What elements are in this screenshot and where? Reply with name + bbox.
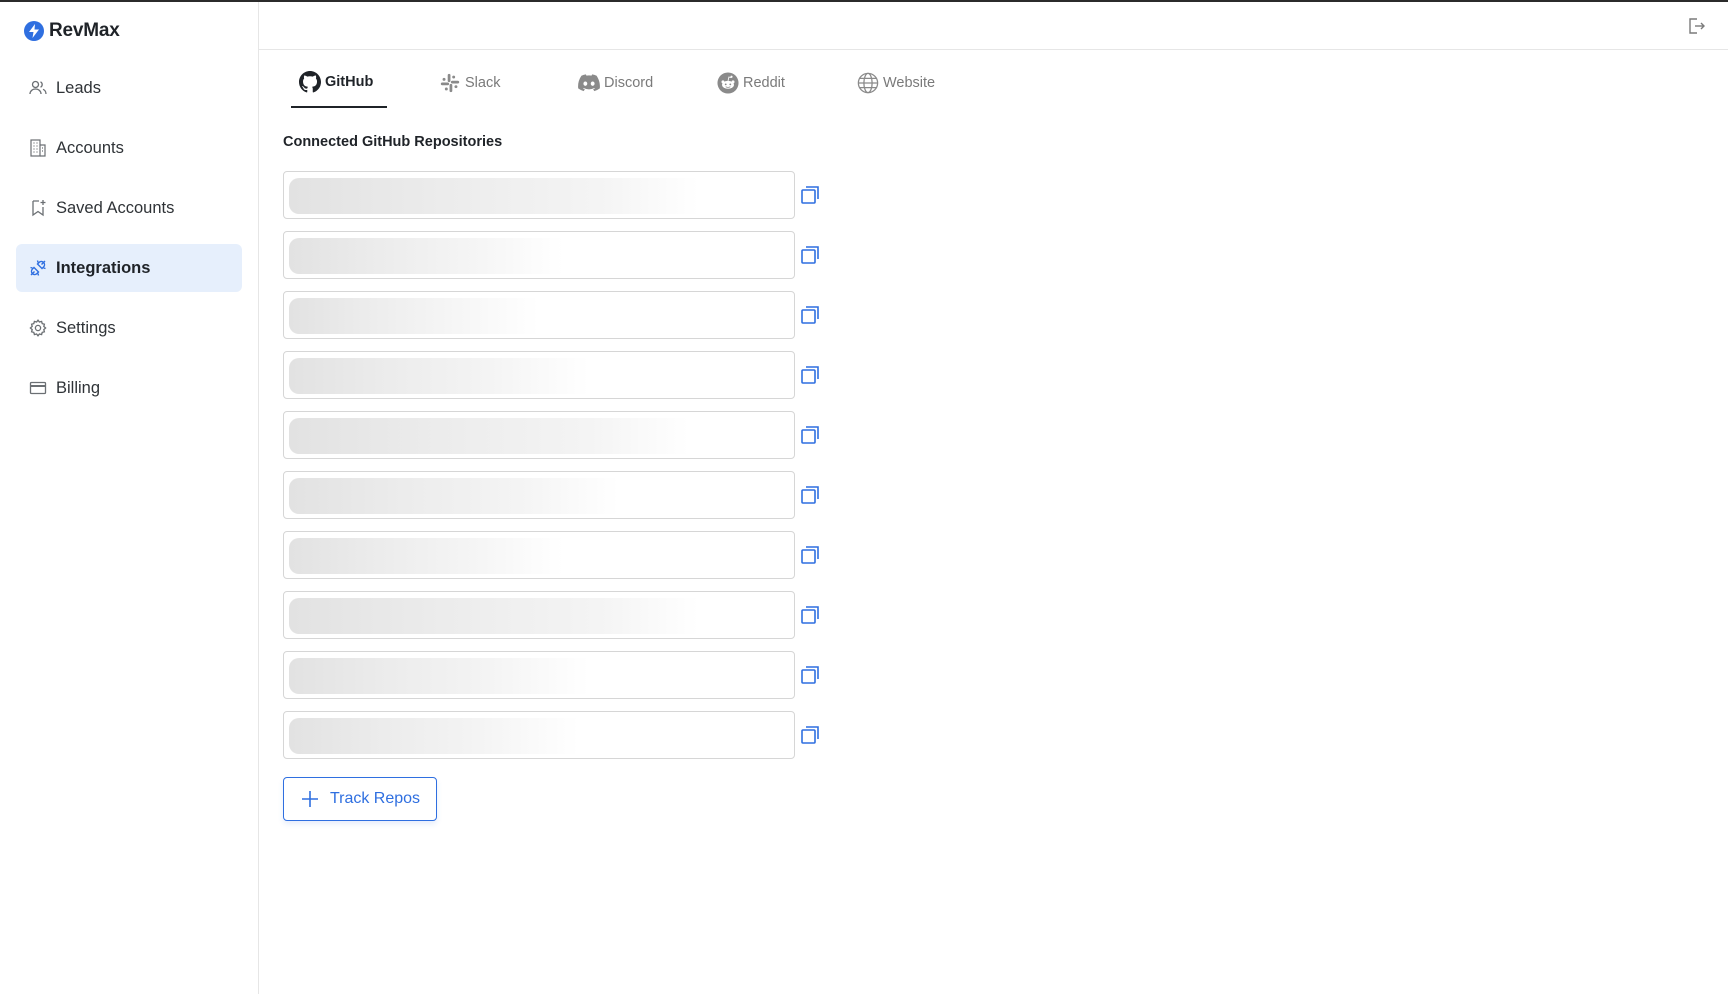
repo-row <box>283 291 823 339</box>
tab-discord[interactable]: Discord <box>570 58 661 108</box>
sidebar: RevMax Leads Accounts Saved Accounts Int… <box>0 2 259 994</box>
sidebar-item-label: Settings <box>56 318 116 337</box>
tab-label: GitHub <box>325 74 374 90</box>
repo-field[interactable] <box>283 171 795 219</box>
repo-row <box>283 231 823 279</box>
loading-skeleton <box>289 418 789 454</box>
github-icon <box>299 71 321 93</box>
tab-website[interactable]: Website <box>849 58 943 108</box>
copy-icon[interactable] <box>799 604 821 626</box>
sidebar-item-label: Billing <box>56 378 101 397</box>
repo-field[interactable] <box>283 651 795 699</box>
repo-row <box>283 471 823 519</box>
tab-reddit[interactable]: Reddit <box>709 58 793 108</box>
reddit-icon <box>717 72 739 94</box>
sidebar-item-label: Accounts <box>56 138 124 157</box>
globe-icon <box>857 72 879 94</box>
sidebar-item-integrations[interactable]: Integrations <box>16 244 242 292</box>
repo-row <box>283 171 823 219</box>
repo-row <box>283 711 823 759</box>
logout-icon[interactable] <box>1686 16 1706 36</box>
repo-row <box>283 591 823 639</box>
track-repos-button[interactable]: Track Repos <box>283 777 437 821</box>
plug-icon <box>28 258 48 278</box>
loading-skeleton <box>289 238 789 274</box>
sidebar-item-label: Saved Accounts <box>56 198 175 217</box>
tab-label: Website <box>883 75 936 91</box>
credit-card-icon <box>28 378 48 398</box>
tab-label: Reddit <box>743 75 785 91</box>
tab-github[interactable]: GitHub <box>291 58 387 108</box>
repo-field[interactable] <box>283 591 795 639</box>
sidebar-nav: Leads Accounts Saved Accounts Integratio… <box>16 64 242 424</box>
repo-field[interactable] <box>283 471 795 519</box>
loading-skeleton <box>289 538 789 574</box>
repo-field[interactable] <box>283 411 795 459</box>
tab-label: Slack <box>465 75 501 91</box>
repo-field[interactable] <box>283 531 795 579</box>
loading-skeleton <box>289 718 789 754</box>
sidebar-item-leads[interactable]: Leads <box>16 64 242 112</box>
repo-row <box>283 651 823 699</box>
loading-skeleton <box>289 478 789 514</box>
discord-icon <box>578 72 600 94</box>
gear-icon <box>28 318 48 338</box>
copy-icon[interactable] <box>799 424 821 446</box>
building-icon <box>28 138 48 158</box>
sidebar-item-label: Leads <box>56 78 101 97</box>
repo-row <box>283 351 823 399</box>
repo-field[interactable] <box>283 711 795 759</box>
logo-text: RevMax <box>49 20 120 41</box>
copy-icon[interactable] <box>799 244 821 266</box>
plus-icon <box>300 789 320 809</box>
copy-icon[interactable] <box>799 364 821 386</box>
repo-row <box>283 411 823 459</box>
users-icon <box>28 78 48 98</box>
sidebar-item-saved-accounts[interactable]: Saved Accounts <box>16 184 242 232</box>
sidebar-item-label: Integrations <box>56 258 151 277</box>
sidebar-item-billing[interactable]: Billing <box>16 364 242 412</box>
repo-field[interactable] <box>283 231 795 279</box>
copy-icon[interactable] <box>799 484 821 506</box>
copy-icon[interactable] <box>799 724 821 746</box>
sidebar-item-settings[interactable]: Settings <box>16 304 242 352</box>
logo[interactable]: RevMax <box>24 20 120 42</box>
section-title: Connected GitHub Repositories <box>283 134 503 150</box>
bookmark-plus-icon <box>28 198 48 218</box>
loading-skeleton <box>289 658 789 694</box>
repo-field[interactable] <box>283 291 795 339</box>
slack-icon <box>439 72 461 94</box>
loading-skeleton <box>289 178 789 214</box>
copy-icon[interactable] <box>799 304 821 326</box>
bolt-icon <box>24 21 44 41</box>
repo-field[interactable] <box>283 351 795 399</box>
loading-skeleton <box>289 598 789 634</box>
repo-row <box>283 531 823 579</box>
sidebar-item-accounts[interactable]: Accounts <box>16 124 242 172</box>
tab-label: Discord <box>604 75 654 91</box>
track-repos-label: Track Repos <box>329 790 421 807</box>
loading-skeleton <box>289 358 789 394</box>
top-header <box>259 2 1728 50</box>
copy-icon[interactable] <box>799 664 821 686</box>
copy-icon[interactable] <box>799 184 821 206</box>
tab-slack[interactable]: Slack <box>431 58 508 108</box>
copy-icon[interactable] <box>799 544 821 566</box>
loading-skeleton <box>289 298 789 334</box>
